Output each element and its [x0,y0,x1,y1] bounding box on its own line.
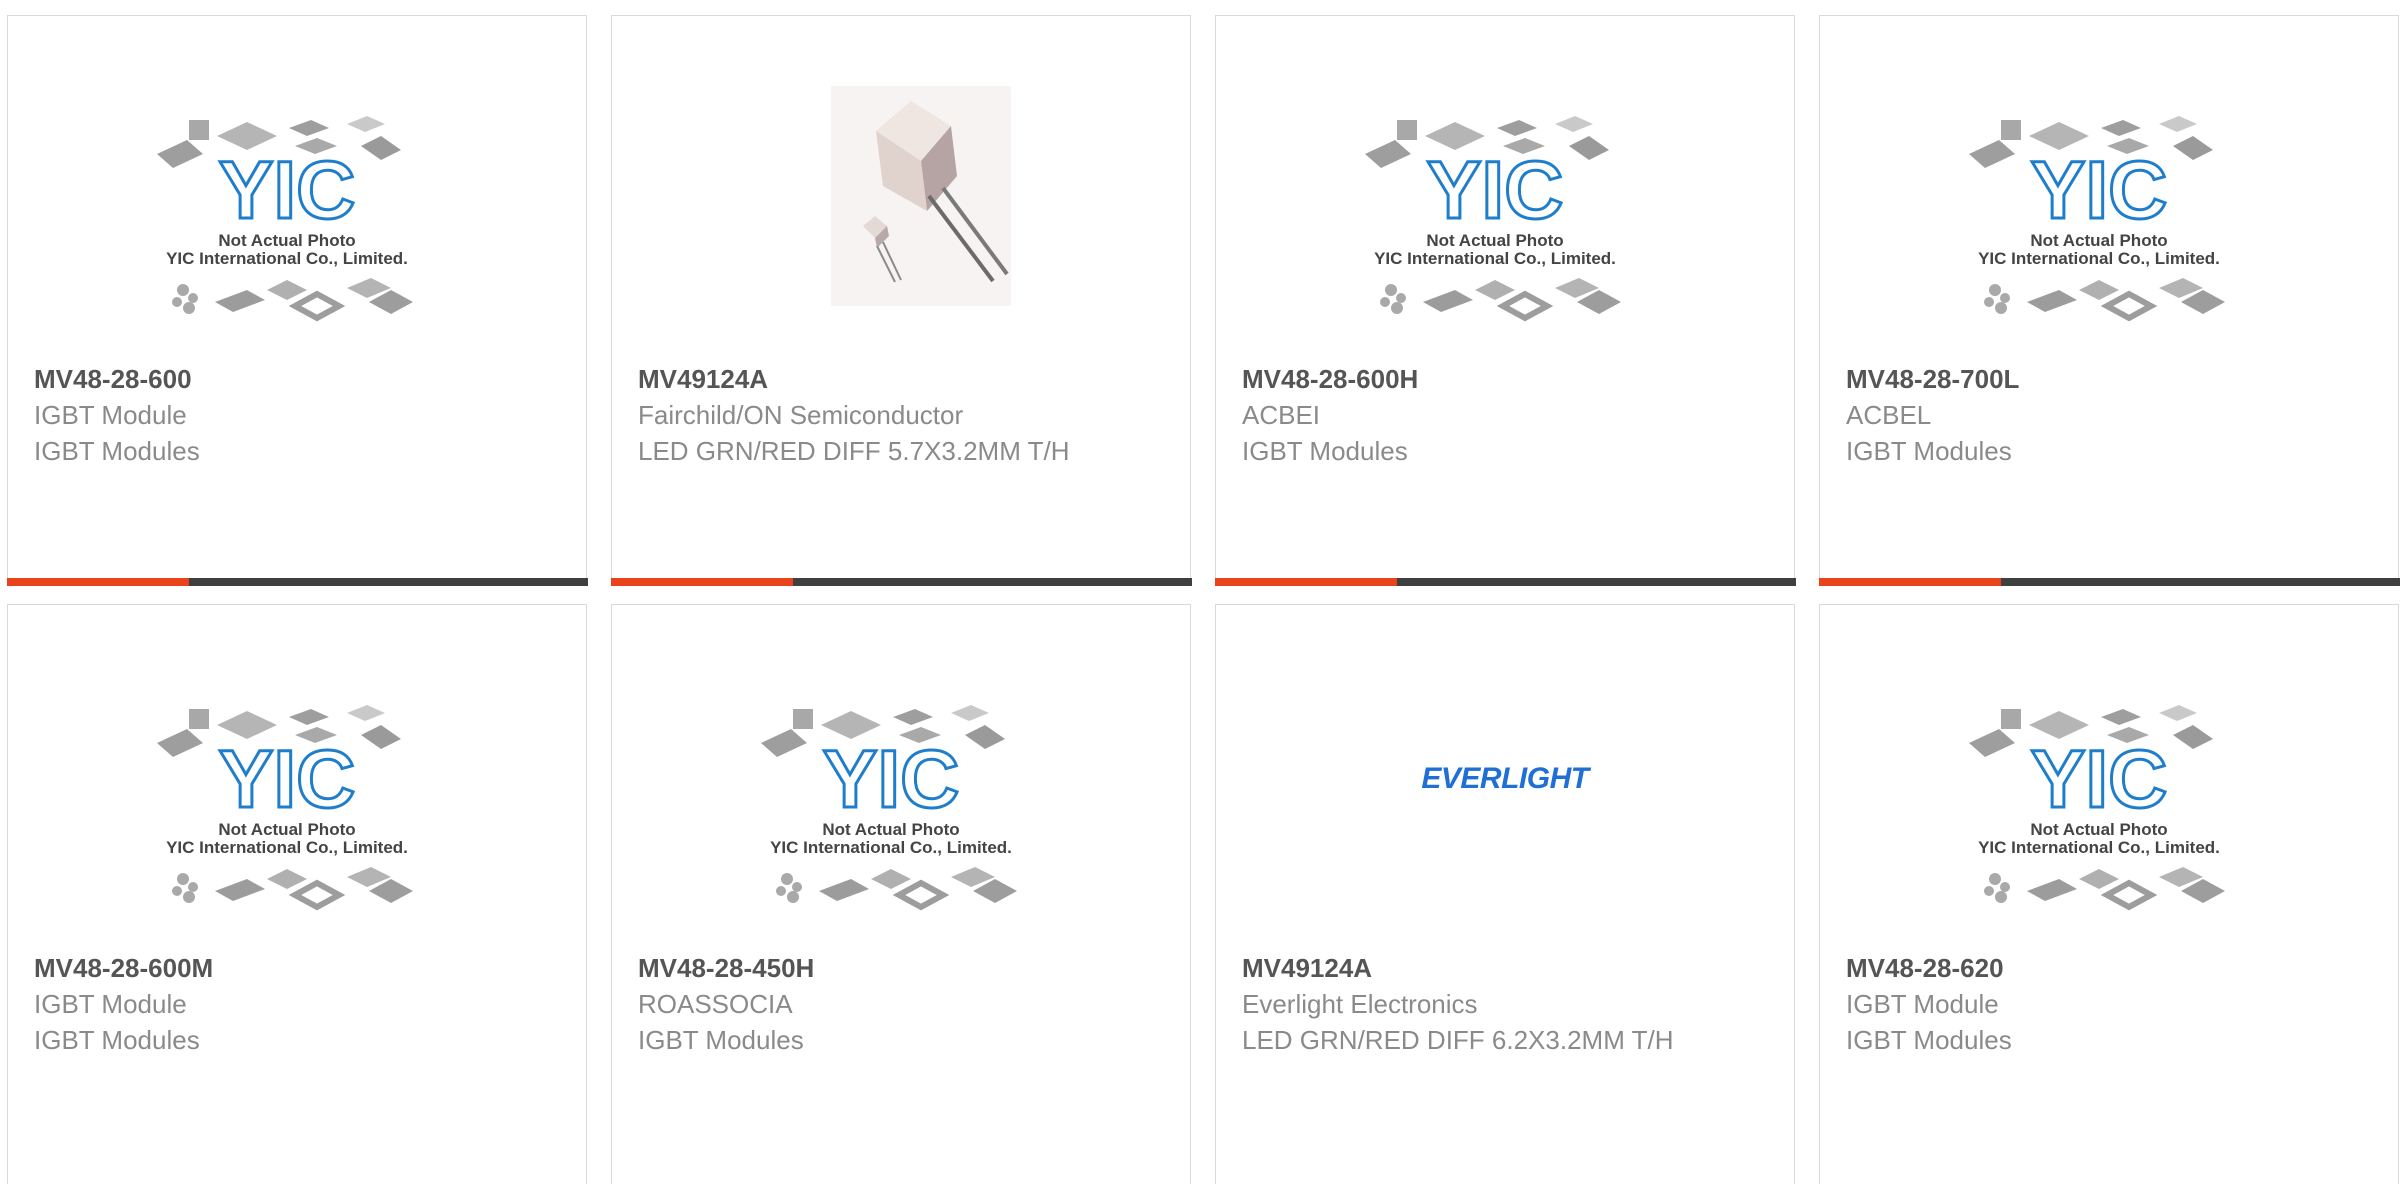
product-image[interactable]: YIC Not Actual Photo YIC International C… [1216,76,1794,366]
placeholder-caption-1: Not Actual Photo [218,231,355,250]
product-category: IGBT Modules [638,1025,804,1055]
product-category: IGBT Modules [1846,436,2012,466]
product-card[interactable]: YIC Not Actual Photo YIC International C… [1214,15,1796,586]
manufacturer: ACBEI [1242,400,1321,430]
product-image[interactable]: YIC Not Actual Photo YIC International C… [8,665,586,955]
product-grid: YIC Not Actual Photo YIC International C… [0,0,2400,1184]
yic-placeholder-image: YIC Not Actual Photo YIC International C… [1969,705,2225,911]
placeholder-caption-2: YIC International Co., Limited. [1978,249,2220,268]
yic-placeholder-image: YIC Not Actual Photo YIC International C… [157,705,413,911]
manufacturer: ACBEL [1846,400,1932,430]
part-number[interactable]: MV49124A [638,361,1170,397]
product-card[interactable]: MV49124A Fairchild/ON Semiconductor LED … [610,15,1192,586]
product-image[interactable]: YIC Not Actual Photo YIC International C… [1820,665,2398,955]
placeholder-caption-1: Not Actual Photo [1426,231,1563,250]
product-category: IGBT Modules [1846,1025,2012,1055]
product-info: MV48-28-620 IGBT Module IGBT Modules [1846,950,2378,1058]
card-bottom-bar [1214,577,1796,586]
yic-placeholder-image: YIC Not Actual Photo YIC International C… [761,705,1017,911]
product-category: LED GRN/RED DIFF 6.2X3.2MM T/H [1242,1025,1674,1055]
yic-placeholder-image: YIC Not Actual Photo YIC International C… [157,116,413,322]
manufacturer: Everlight Electronics [1242,989,1478,1019]
placeholder-caption-1: Not Actual Photo [2030,231,2167,250]
product-image[interactable] [612,76,1190,366]
card-accent-bar [6,577,189,586]
product-card[interactable]: YIC Not Actual Photo YIC International C… [611,604,1191,1184]
yic-placeholder-image: YIC Not Actual Photo YIC International C… [1969,116,2225,322]
placeholder-caption-2: YIC International Co., Limited. [770,838,1012,857]
part-number[interactable]: MV48-28-600M [34,950,566,986]
product-info: MV48-28-450H ROASSOCIA IGBT Modules [638,950,1170,1058]
part-number[interactable]: MV48-28-600 [34,361,566,397]
product-image[interactable]: EVERLIGHT [1216,665,1794,955]
part-number[interactable]: MV49124A [1242,950,1774,986]
manufacturer: Fairchild/ON Semiconductor [638,400,964,430]
product-category: IGBT Modules [1242,436,1408,466]
card-bottom-bar [610,577,1192,586]
placeholder-caption-2: YIC International Co., Limited. [1978,838,2220,857]
yic-logo: YIC [2031,734,2168,825]
part-number[interactable]: MV48-28-450H [638,950,1170,986]
manufacturer: IGBT Module [34,989,187,1019]
part-number[interactable]: MV48-28-600H [1242,361,1774,397]
placeholder-caption-1: Not Actual Photo [218,820,355,839]
product-info: MV48-28-600H ACBEI IGBT Modules [1242,361,1774,469]
yic-logo: YIC [1427,145,1564,236]
product-info: MV49124A Everlight Electronics LED GRN/R… [1242,950,1774,1058]
placeholder-caption-2: YIC International Co., Limited. [166,838,408,857]
placeholder-caption-1: Not Actual Photo [822,820,959,839]
placeholder-caption-1: Not Actual Photo [2030,820,2167,839]
placeholder-caption-2: YIC International Co., Limited. [1374,249,1616,268]
manufacturer: ROASSOCIA [638,989,793,1019]
product-info: MV48-28-600 IGBT Module IGBT Modules [34,361,566,469]
product-card[interactable]: EVERLIGHT MV49124A Everlight Electronics… [1215,604,1795,1184]
card-accent-bar [610,577,793,586]
card-bottom-bar [6,577,588,586]
product-category: IGBT Modules [34,1025,200,1055]
part-number[interactable]: MV48-28-700L [1846,361,2378,397]
everlight-logo: EVERLIGHT [1421,762,1591,795]
placeholder-caption-2: YIC International Co., Limited. [166,249,408,268]
manufacturer: IGBT Module [34,400,187,430]
card-accent-bar [1214,577,1397,586]
product-image[interactable]: YIC Not Actual Photo YIC International C… [1820,76,2398,366]
product-info: MV48-28-600M IGBT Module IGBT Modules [34,950,566,1058]
product-image[interactable]: YIC Not Actual Photo YIC International C… [612,665,1190,955]
everlight-logo-image: EVERLIGHT [1421,762,1592,795]
product-card[interactable]: YIC Not Actual Photo YIC International C… [7,604,587,1184]
product-card[interactable]: YIC Not Actual Photo YIC International C… [1819,604,2399,1184]
manufacturer: IGBT Module [1846,989,1999,1019]
product-card[interactable]: YIC Not Actual Photo YIC International C… [6,15,588,586]
product-image[interactable]: YIC Not Actual Photo YIC International C… [8,76,586,366]
card-bottom-bar [1818,577,2400,586]
yic-logo: YIC [219,734,356,825]
part-number[interactable]: MV48-28-620 [1846,950,2378,986]
product-info: MV49124A Fairchild/ON Semiconductor LED … [638,361,1170,469]
product-card[interactable]: YIC Not Actual Photo YIC International C… [1818,15,2400,586]
yic-logo: YIC [219,145,356,236]
product-info: MV48-28-700L ACBEL IGBT Modules [1846,361,2378,469]
card-accent-bar [1818,577,2001,586]
yic-logo: YIC [2031,145,2168,236]
product-category: IGBT Modules [34,436,200,466]
yic-logo: YIC [823,734,960,825]
product-category: LED GRN/RED DIFF 5.7X3.2MM T/H [638,436,1070,466]
led-photo-image [831,86,1011,306]
yic-placeholder-image: YIC Not Actual Photo YIC International C… [1365,116,1621,322]
